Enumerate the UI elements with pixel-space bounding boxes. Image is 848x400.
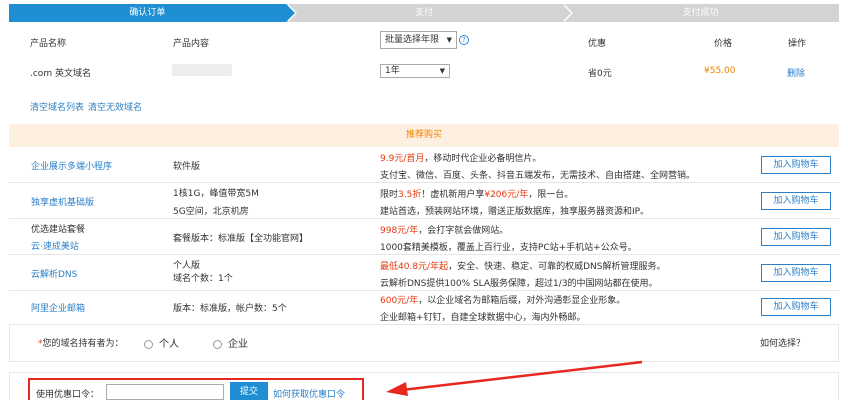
- add-to-cart-button[interactable]: 加入购物车: [761, 264, 831, 282]
- add-to-cart-button[interactable]: 加入购物车: [761, 156, 831, 174]
- step-pay-success: 支付成功: [562, 4, 840, 22]
- rec-product-name[interactable]: 阿里企业邮箱: [31, 301, 85, 314]
- rec-product-name: 优选建站套餐: [31, 225, 86, 235]
- clear-domain-list-link[interactable]: 清空域名列表: [30, 100, 84, 113]
- rec-desc-text: ，会打字就会做网站。: [418, 226, 509, 236]
- rec-desc-line1: 998元/年，会打字就会做网站。: [380, 223, 508, 236]
- how-to-choose-link[interactable]: 如何选择？: [760, 336, 805, 349]
- header-discount: 优惠: [588, 39, 607, 49]
- rec-promo-price: 9.9元/首月: [380, 154, 425, 164]
- rec-product-content: 套餐版本：标准版【全功能官网】: [173, 234, 309, 244]
- rec-product-name[interactable]: 云解析DNS: [31, 267, 77, 280]
- batch-year-select-value: 批量选择年限: [385, 35, 440, 45]
- rec-product-name[interactable]: 独享虚机基础版: [31, 195, 94, 208]
- rec-desc-line2: 云解析DNS提供100% SLA服务保障，超过1/3的中国网站都在使用。: [380, 279, 658, 289]
- rec-promo-price: 600元/年: [380, 296, 419, 306]
- year-select[interactable]: 1年 ▼: [380, 64, 450, 78]
- header-product-name: 产品名称: [30, 39, 67, 49]
- row-discount: 省0元: [588, 69, 612, 79]
- row-price: ¥55.00: [704, 66, 736, 76]
- batch-year-select[interactable]: 批量选择年限 ▼: [380, 31, 457, 49]
- step-pay: 支付: [285, 4, 574, 22]
- recommend-row: 独享虚机基础版 1核1G，峰值带宽5M 5G空间，北京机房 限时3.5折！虚机新…: [9, 183, 839, 219]
- radio-icon: [213, 339, 222, 349]
- owner-personal-radio[interactable]: 个人: [144, 335, 179, 350]
- rec-desc-line1: 9.9元/首月，移动时代企业必备明信片。: [380, 151, 541, 164]
- rec-product-content: 软件版: [173, 162, 201, 172]
- rec-product-content: 版本：标准版，帐户数：5个: [173, 304, 287, 314]
- rec-desc-text: ，安全、快速、稳定、可靠的权威DNS解析管理服务。: [448, 262, 666, 272]
- radio-label: 个人: [159, 339, 179, 350]
- recommend-row: 优选建站套餐 云·速成美站 套餐版本：标准版【全功能官网】 998元/年，会打字…: [9, 219, 839, 255]
- help-question-icon[interactable]: ?: [459, 35, 469, 45]
- year-select-value: 1年: [385, 66, 400, 76]
- owner-enterprise-radio[interactable]: 企业: [213, 335, 248, 350]
- rec-desc-line2: 企业邮箱+钉钉，自建全球数据中心，海内外畅邮。: [380, 313, 586, 323]
- rec-promo-discount: 3.5折: [398, 190, 422, 200]
- rec-promo-price: ¥206元/年: [484, 190, 529, 200]
- rec-product-name[interactable]: 企业展示多端小程序: [31, 159, 112, 172]
- coupon-label: 使用优惠口令：: [36, 390, 100, 400]
- recommend-row: 阿里企业邮箱 版本：标准版，帐户数：5个 600元/年，以企业域名为邮箱后缀，对…: [9, 290, 839, 324]
- header-action: 操作: [788, 39, 807, 49]
- product-name: .com 英文域名: [30, 69, 91, 79]
- rec-desc-line2: 建站首选，预装网站环境，赠送正版数据库，独享服务器资源和IP。: [380, 207, 650, 217]
- rec-desc-text: ！虚机新用户享: [421, 190, 485, 200]
- rec-desc-text: ，移动时代企业必备明信片。: [424, 154, 542, 164]
- add-to-cart-button[interactable]: 加入购物车: [761, 192, 831, 210]
- coupon-input[interactable]: [106, 384, 224, 400]
- recommend-row: 云解析DNS 个人版 域名个数：1个 最低40.8元/年起，安全、快速、稳定、可…: [9, 255, 839, 291]
- step-confirm-order: 确认订单: [9, 4, 297, 22]
- header-price: 价格: [714, 39, 733, 49]
- rec-desc-line1: 600元/年，以企业域名为邮箱后缀，对外沟通彰显企业形象。: [380, 293, 625, 306]
- rec-product-subname[interactable]: 云·速成美站: [31, 239, 79, 252]
- blurred-domain: [172, 64, 232, 76]
- add-to-cart-button[interactable]: 加入购物车: [761, 298, 831, 316]
- how-get-coupon-link[interactable]: 如何获取优惠口令: [273, 387, 345, 400]
- rec-product-content: 个人版: [173, 261, 201, 271]
- rec-desc-line1: 最低40.8元/年起，安全、快速、稳定、可靠的权威DNS解析管理服务。: [380, 259, 665, 272]
- coupon-submit-button[interactable]: 提交: [230, 382, 268, 400]
- recommend-row: 企业展示多端小程序 软件版 9.9元/首月，移动时代企业必备明信片。 支付宝、微…: [9, 147, 839, 183]
- step-label: 支付成功: [682, 8, 719, 18]
- rec-promo-price: 最低40.8元/年起: [380, 262, 449, 272]
- header-product-content: 产品内容: [173, 39, 210, 49]
- rec-desc-line2: 支付宝、微信、百度、头条、抖音五端发布，无需技术、自由搭建、全网营销。: [380, 171, 696, 181]
- rec-desc-line2: 1000套精美模板，覆盖上百行业，支持PC站+手机站+公众号。: [380, 243, 637, 253]
- rec-desc-text: ，限一台。: [528, 190, 574, 200]
- order-progress-steps: 确认订单 支付 支付成功: [9, 4, 840, 22]
- caret-down-icon: ▼: [439, 67, 445, 75]
- owner-label-text: 您的域名持有者为：: [42, 339, 124, 349]
- radio-label: 企业: [228, 339, 248, 350]
- domain-owner-section: *您的域名持有者为： 个人 企业 如何选择？: [9, 324, 839, 362]
- recommend-header: 推荐购买: [9, 124, 839, 147]
- rec-product-content: 1核1G，峰值带宽5M: [173, 189, 259, 199]
- delete-link[interactable]: 删除: [787, 66, 805, 79]
- clear-invalid-domain-link[interactable]: 清空无效域名: [88, 100, 142, 113]
- add-to-cart-button[interactable]: 加入购物车: [761, 228, 831, 246]
- step-label: 确认订单: [129, 8, 166, 18]
- caret-down-icon: ▼: [446, 36, 452, 44]
- radio-icon: [144, 339, 153, 349]
- step-label: 支付: [415, 8, 434, 18]
- rec-product-content: 5G空间，北京机房: [173, 207, 249, 217]
- owner-label: *您的域名持有者为：: [38, 336, 124, 349]
- rec-desc-text: 限时: [380, 190, 399, 200]
- rec-desc-line1: 限时3.5折！虚机新用户享¥206元/年，限一台。: [380, 187, 573, 200]
- rec-product-content: 域名个数：1个: [173, 274, 233, 284]
- annotation-arrow-icon: [386, 360, 643, 396]
- rec-promo-price: 998元/年: [380, 226, 419, 236]
- rec-desc-text: ，以企业域名为邮箱后缀，对外沟通彰显企业形象。: [418, 296, 626, 306]
